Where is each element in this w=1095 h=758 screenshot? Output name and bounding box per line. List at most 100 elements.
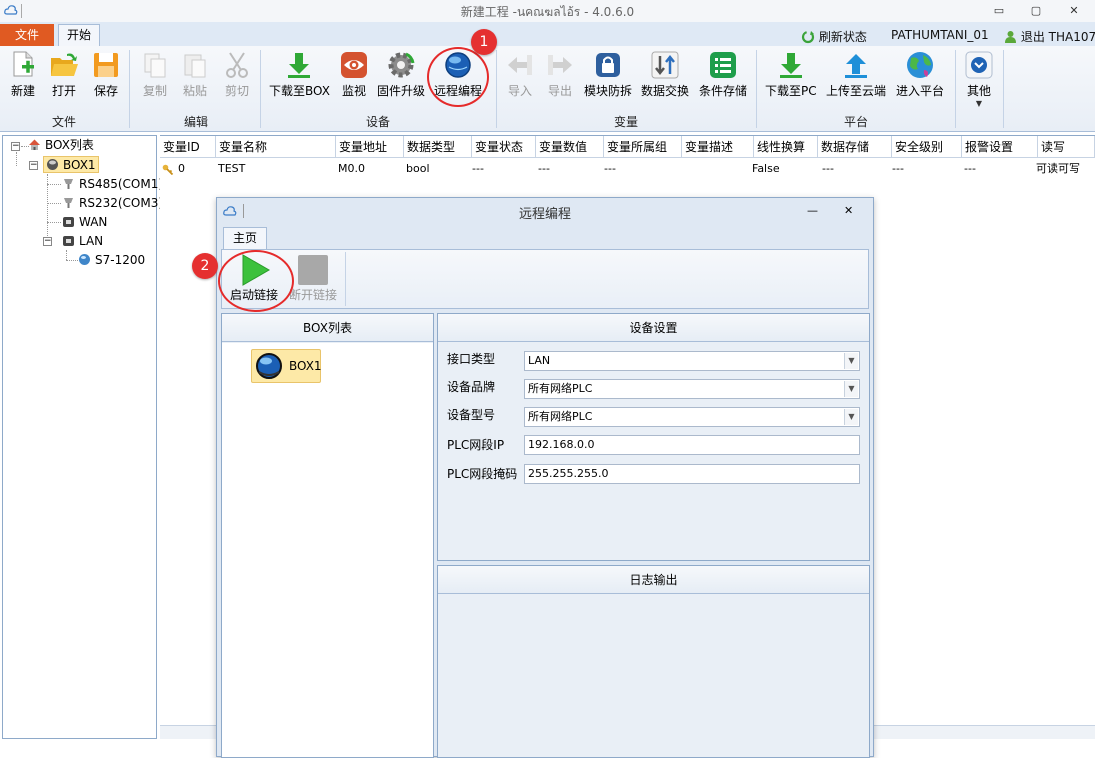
ethernet-port-icon [63, 217, 74, 227]
logout-label: 退出 THA107 [1020, 30, 1095, 44]
new-file-icon [13, 51, 34, 77]
tree-node-rs232[interactable]: RS232(COM3) [62, 195, 163, 212]
table-cell: False [752, 162, 780, 175]
dropdown-arrow-icon: ▼ [975, 99, 983, 108]
tree-node-rs485[interactable]: RS485(COM1) [62, 176, 163, 193]
column-header[interactable]: 线性换算 [754, 136, 818, 158]
disconnect-button[interactable]: 断开链接 [289, 254, 337, 303]
export-button[interactable]: 导出 [545, 50, 575, 99]
table-cell: TEST [218, 162, 246, 175]
download-to-box-label: 下载至BOX [269, 84, 330, 98]
import-label: 导入 [507, 84, 532, 98]
cut-button[interactable]: 剪切 [222, 50, 252, 99]
interface-type-select[interactable]: LAN ▼ [524, 351, 860, 371]
paste-icon [184, 54, 206, 78]
dialog-close-button[interactable]: ✕ [844, 204, 853, 217]
module-tamper-button[interactable]: 模块防拆 [584, 50, 632, 99]
monitor-button[interactable]: 监视 [339, 50, 369, 99]
column-header[interactable]: 变量地址 [336, 136, 404, 158]
column-header[interactable]: 变量所属组 [604, 136, 682, 158]
chevron-down-icon[interactable]: ▼ [844, 353, 858, 369]
refresh-status-button[interactable]: 刷新状态 [801, 28, 867, 45]
table-cell: --- [822, 162, 834, 175]
dialog-title: 远程编程 [518, 207, 571, 222]
enter-platform-button[interactable]: 进入平台 [896, 50, 944, 99]
disconnect-label: 断开链接 [289, 288, 338, 302]
scissors-icon [226, 52, 248, 78]
group-separator [129, 50, 130, 128]
paste-button[interactable]: 粘贴 [180, 50, 210, 99]
plc-ip-input[interactable]: 192.168.0.0 [524, 435, 860, 455]
tree-node-label: BOX列表 [45, 138, 94, 152]
serial-port-icon [64, 179, 73, 189]
tree-node-label: WAN [79, 215, 108, 229]
tree-node-lan[interactable]: LAN [62, 233, 103, 250]
home-icon [29, 139, 40, 150]
tab-home[interactable]: 开始 [58, 24, 100, 47]
logout-button[interactable]: 退出 THA107 [1004, 28, 1095, 45]
firmware-upgrade-button[interactable]: 固件升级 [377, 50, 425, 99]
list-icon [710, 52, 736, 78]
ribbon-tab-row: 文件 开始 刷新状态 PATHUMTANI_01 退出 THA107 [0, 22, 1095, 47]
tree-node-s7-1200[interactable]: S7-1200 [78, 252, 145, 269]
column-header[interactable]: 变量ID [160, 136, 216, 158]
column-header[interactable]: 变量数值 [536, 136, 604, 158]
copy-icon [144, 53, 166, 78]
device-model-label: 设备型号 [447, 408, 496, 422]
tree-collapse-toggle[interactable]: − [43, 237, 52, 246]
tab-home-page[interactable]: 主页 [223, 227, 267, 249]
column-header[interactable]: 数据存储 [818, 136, 892, 158]
group-label-file: 文件 [51, 115, 76, 129]
tree-node-box-list[interactable]: BOX列表 [28, 137, 94, 154]
enter-platform-label: 进入平台 [896, 84, 945, 98]
column-header[interactable]: 读写 [1038, 136, 1095, 158]
table-cell: --- [964, 162, 976, 175]
column-header[interactable]: 变量名称 [216, 136, 336, 158]
plc-mask-input[interactable]: 255.255.255.0 [524, 464, 860, 484]
minimize-button[interactable]: ▭ [990, 4, 1008, 18]
column-header[interactable]: 变量状态 [472, 136, 536, 158]
chevron-down-icon[interactable]: ▼ [844, 409, 858, 425]
chevron-down-icon[interactable]: ▼ [844, 381, 858, 397]
copy-label: 复制 [142, 84, 167, 98]
close-button[interactable]: ✕ [1065, 4, 1083, 18]
open-button[interactable]: 打开 [49, 50, 79, 99]
export-icon [548, 55, 572, 75]
device-model-select[interactable]: 所有网络PLC ▼ [524, 407, 860, 427]
column-header[interactable]: 变量描述 [682, 136, 754, 158]
upload-to-cloud-button[interactable]: 上传至云端 [826, 50, 886, 99]
group-label-edit: 编辑 [183, 115, 208, 129]
tab-file[interactable]: 文件 [0, 24, 54, 46]
annotation-circle-remote-programming [427, 47, 489, 107]
save-button[interactable]: 保存 [91, 50, 121, 99]
annotation-number-2: 2 [192, 253, 218, 279]
column-header[interactable]: 数据类型 [404, 136, 472, 158]
download-to-box-button[interactable]: 下载至BOX [269, 50, 330, 99]
tree-node-wan[interactable]: WAN [62, 214, 107, 231]
other-menu-button[interactable]: 其他 ▼ [964, 50, 994, 108]
device-brand-select[interactable]: 所有网络PLC ▼ [524, 379, 860, 399]
download-arrow-icon [288, 53, 311, 78]
tree-collapse-toggle[interactable]: − [11, 142, 20, 151]
dialog-minimize-button[interactable]: — [807, 204, 818, 217]
interface-type-label: 接口类型 [447, 352, 496, 366]
tree-node-box1[interactable]: BOX1 [43, 156, 99, 173]
tree-connector [16, 152, 17, 166]
new-button[interactable]: 新建 [8, 50, 38, 99]
tree-collapse-toggle[interactable]: − [29, 161, 38, 170]
group-separator [496, 50, 497, 128]
import-button[interactable]: 导入 [505, 50, 535, 99]
data-exchange-button[interactable]: 数据交换 [641, 50, 689, 99]
refresh-icon [801, 30, 815, 44]
copy-button[interactable]: 复制 [140, 50, 170, 99]
log-output-panel: 日志输出 [437, 565, 870, 758]
conditional-storage-button[interactable]: 条件存储 [699, 50, 747, 99]
device-settings-title: 设备设置 [438, 314, 869, 342]
download-to-pc-button[interactable]: 下载至PC [765, 50, 817, 99]
column-header[interactable]: 报警设置 [962, 136, 1038, 158]
module-tamper-label: 模块防拆 [584, 84, 633, 98]
box-list-item-box1[interactable]: BOX1 [251, 349, 322, 383]
restore-button[interactable]: ▢ [1027, 4, 1045, 18]
annotation-circle-start-link [218, 250, 294, 312]
column-header[interactable]: 安全级别 [892, 136, 962, 158]
